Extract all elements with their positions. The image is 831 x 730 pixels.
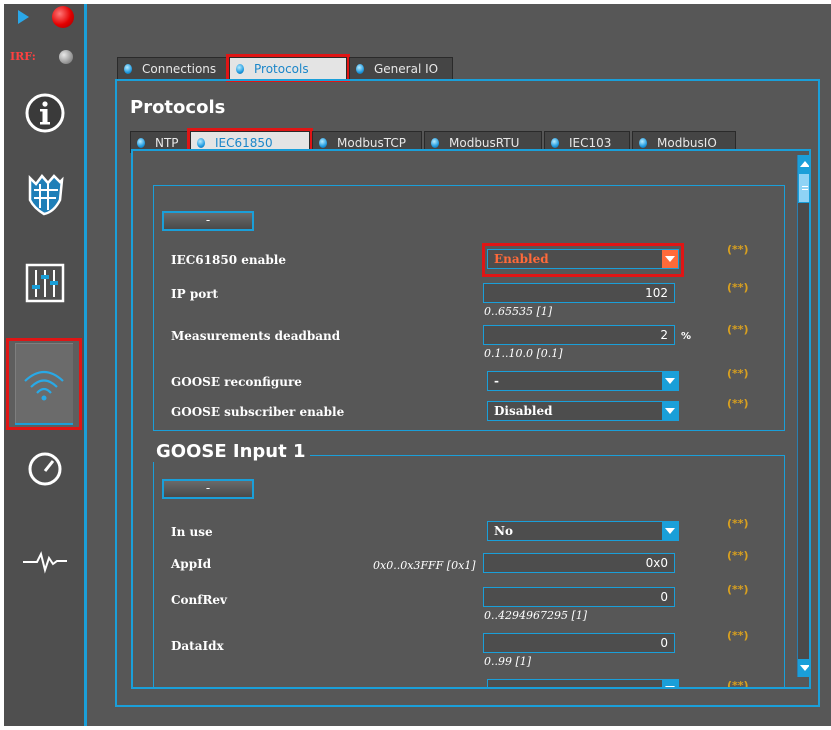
tab-label: ModbusRTU bbox=[449, 135, 520, 150]
tab-label: ModbusIO bbox=[657, 135, 717, 150]
restart-note: (**) bbox=[727, 323, 749, 336]
iec61850-settings-panel: - IEC61850 enable Enabled (**) IP port 1… bbox=[131, 149, 811, 689]
sidebar-item-settings[interactable] bbox=[12, 250, 78, 316]
goose-reconfigure-label: GOOSE reconfigure bbox=[171, 375, 302, 389]
gauge-icon bbox=[28, 452, 62, 486]
tab-label: Connections bbox=[142, 61, 217, 76]
select-value: Enabled bbox=[494, 252, 549, 266]
irf-label: IRF: bbox=[10, 50, 36, 63]
sidebar-item-communication-face bbox=[15, 343, 73, 425]
restart-note: (**) bbox=[727, 281, 749, 294]
page-title: Protocols bbox=[130, 97, 226, 118]
scroll-down-button[interactable] bbox=[798, 659, 809, 677]
tab-status-icon bbox=[639, 137, 647, 148]
sidebar: IRF: bbox=[4, 4, 84, 726]
in-use-label: In use bbox=[171, 525, 213, 539]
ip-port-range: 0..65535 [1] bbox=[484, 305, 553, 318]
goose-input-title: GOOSE Input 1 bbox=[153, 441, 310, 462]
chevron-down-icon bbox=[662, 250, 678, 268]
deadband-range: 0.1..10.0 [0.1] bbox=[484, 347, 563, 360]
shield-icon bbox=[28, 174, 64, 216]
chevron-down-icon bbox=[662, 402, 678, 420]
chevron-down-icon bbox=[662, 522, 678, 540]
main-tab-bar: Connections Protocols General IO bbox=[117, 54, 455, 82]
select-value: - bbox=[494, 374, 499, 388]
tab-status-icon bbox=[431, 137, 439, 148]
tab-label: Protocols bbox=[254, 61, 309, 76]
sidebar-divider bbox=[84, 4, 87, 726]
restart-note: (**) bbox=[727, 629, 749, 642]
goose-subscriber-select[interactable]: Disabled bbox=[487, 401, 679, 421]
confrev-input[interactable]: 0 bbox=[483, 587, 675, 607]
restart-note: (**) bbox=[727, 583, 749, 596]
app-window: IRF: Connections Protocols General IO Pr… bbox=[4, 4, 831, 726]
dataidx-label: DataIdx bbox=[171, 639, 224, 653]
tab-connections[interactable]: Connections bbox=[117, 57, 227, 79]
tab-status-icon bbox=[551, 137, 559, 148]
deadband-input[interactable]: 2 bbox=[483, 325, 675, 345]
collapse-button[interactable]: - bbox=[162, 479, 254, 499]
next-row-select[interactable] bbox=[487, 679, 679, 687]
tab-status-icon bbox=[137, 137, 145, 148]
tab-protocols[interactable]: Protocols bbox=[226, 54, 350, 82]
restart-note: (**) bbox=[727, 517, 749, 530]
tab-label: IEC61850 bbox=[215, 135, 273, 150]
restart-note: (**) bbox=[727, 397, 749, 410]
confrev-range: 0..4294967295 [1] bbox=[484, 609, 588, 622]
chevron-down-icon bbox=[662, 680, 678, 687]
tab-label: IEC103 bbox=[569, 135, 612, 150]
waveform-icon bbox=[23, 551, 67, 574]
sidebar-item-monitoring[interactable] bbox=[12, 436, 78, 502]
record-indicator-icon bbox=[52, 6, 74, 28]
wireless-icon bbox=[24, 370, 64, 401]
ip-port-label: IP port bbox=[171, 287, 219, 301]
restart-note: (**) bbox=[727, 679, 749, 689]
main-content: Connections Protocols General IO Protoco… bbox=[115, 54, 820, 709]
tab-status-icon bbox=[197, 137, 205, 148]
restart-note: (**) bbox=[727, 243, 749, 256]
tab-status-icon bbox=[319, 137, 327, 148]
goose-reconfigure-select[interactable]: - bbox=[487, 371, 679, 391]
restart-note: (**) bbox=[727, 549, 749, 562]
goose-subscriber-label: GOOSE subscriber enable bbox=[171, 405, 345, 419]
tab-status-icon bbox=[356, 63, 364, 74]
iec61850-enable-label: IEC61850 enable bbox=[171, 253, 286, 267]
chevron-down-icon bbox=[800, 665, 809, 671]
play-icon[interactable] bbox=[18, 10, 29, 24]
sidebar-item-communication[interactable] bbox=[6, 338, 82, 430]
tab-status-icon bbox=[124, 63, 132, 74]
appid-label: AppId bbox=[171, 557, 212, 571]
sidebar-item-security[interactable] bbox=[12, 160, 78, 226]
scrollbar-thumb[interactable] bbox=[798, 173, 809, 203]
ip-port-input[interactable]: 102 bbox=[483, 283, 675, 303]
in-use-select[interactable]: No bbox=[487, 521, 679, 541]
dataidx-range: 0..99 [1] bbox=[484, 655, 532, 668]
confrev-label: ConfRev bbox=[171, 593, 228, 607]
tab-status-icon bbox=[236, 63, 244, 74]
tab-label: General IO bbox=[374, 61, 439, 76]
iec61850-enable-select[interactable]: Enabled bbox=[487, 249, 679, 269]
dataidx-input[interactable]: 0 bbox=[483, 633, 675, 653]
scroll-up-button[interactable] bbox=[798, 155, 809, 173]
info-icon bbox=[25, 93, 65, 133]
chevron-up-icon bbox=[800, 161, 809, 167]
chevron-down-icon bbox=[662, 372, 678, 390]
deadband-unit: % bbox=[681, 331, 692, 342]
restart-note: (**) bbox=[727, 367, 749, 380]
appid-range: 0x0..0x3FFF [0x1] bbox=[373, 559, 476, 572]
sidebar-item-info[interactable] bbox=[12, 80, 78, 146]
sidebar-item-events[interactable] bbox=[12, 528, 78, 594]
collapse-button[interactable]: - bbox=[162, 211, 254, 231]
select-value: Disabled bbox=[494, 404, 553, 418]
tab-label: NTP bbox=[155, 135, 179, 150]
select-value: No bbox=[494, 524, 513, 538]
appid-input[interactable]: 0x0 bbox=[483, 553, 675, 573]
irf-led-icon bbox=[59, 50, 73, 64]
tab-general-io[interactable]: General IO bbox=[349, 57, 453, 79]
deadband-label: Measurements deadband bbox=[171, 329, 341, 343]
vertical-scrollbar[interactable] bbox=[797, 155, 809, 677]
tab-label: ModbusTCP bbox=[337, 135, 407, 150]
sliders-icon bbox=[25, 263, 65, 303]
